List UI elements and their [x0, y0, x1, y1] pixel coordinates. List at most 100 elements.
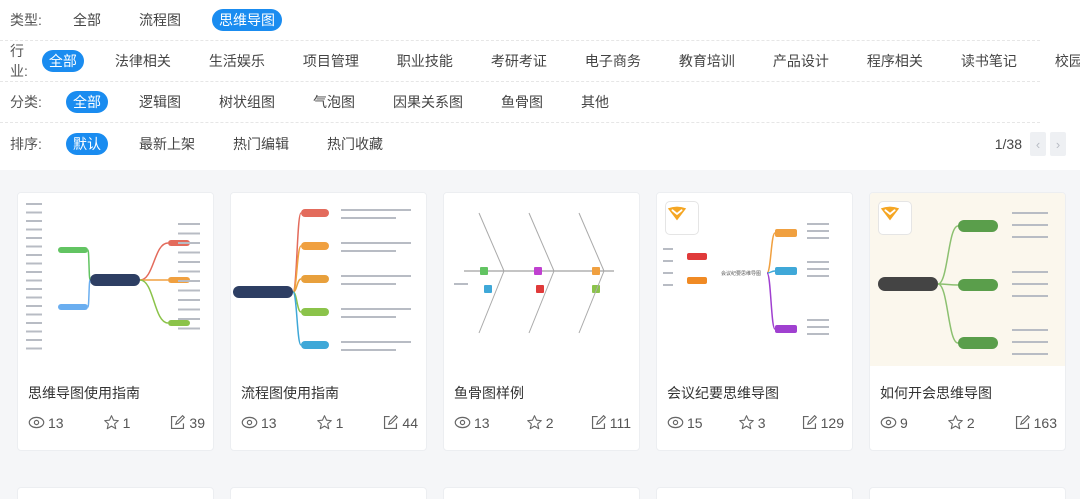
svg-text:会议纪要思维导图: 会议纪要思维导图 — [721, 270, 761, 277]
filter-panel: 类型: 全部 流程图 思维导图 行业: 全部 法律相关 生活娱乐 项目管理 职业技能 考研考证… — [0, 0, 1080, 170]
filter-label-category: 分类: — [10, 94, 42, 110]
filter-label-type: 类型: — [10, 12, 42, 28]
star-icon[interactable] — [947, 414, 964, 431]
edit-count[interactable]: 44 — [382, 414, 418, 431]
edit-icon[interactable] — [169, 414, 186, 431]
star-count[interactable]: 2 — [947, 414, 975, 431]
filter-chip-industry[interactable]: 生活娱乐 — [202, 50, 272, 72]
edit-icon[interactable] — [382, 414, 399, 431]
star-count-value: 1 — [335, 414, 344, 431]
template-thumbnail[interactable] — [444, 193, 639, 366]
filter-chip-category[interactable]: 鱼骨图 — [494, 91, 550, 113]
filter-chip-sort[interactable]: 热门编辑 — [226, 133, 296, 155]
template-thumbnail[interactable] — [231, 193, 426, 366]
filter-chip-industry[interactable]: 教育培训 — [672, 50, 742, 72]
filter-chip-type[interactable]: 全部 — [66, 9, 108, 31]
filter-chip-industry[interactable]: 程序相关 — [860, 50, 930, 72]
star-count-value: 3 — [757, 414, 766, 431]
filter-chip-category[interactable]: 其他 — [574, 91, 616, 113]
template-card[interactable]: 思维导图使用指南 13 1 39 — [17, 192, 214, 451]
edit-count[interactable]: 111 — [590, 414, 631, 431]
edit-count-value: 129 — [820, 414, 844, 431]
star-icon[interactable] — [738, 414, 755, 431]
template-grid-row-2 — [17, 487, 1066, 499]
filter-chip-industry[interactable]: 读书笔记 — [954, 50, 1024, 72]
chevron-left-icon[interactable]: ‹ — [1030, 132, 1046, 156]
filter-chip-sort[interactable]: 最新上架 — [132, 133, 202, 155]
filter-row-type: 类型: 全部 流程图 思维导图 — [0, 0, 1040, 41]
filter-chip-sort[interactable]: 热门收藏 — [320, 133, 390, 155]
eye-icon — [28, 414, 45, 431]
filter-chip-type[interactable]: 流程图 — [132, 9, 188, 31]
card-stats: 13 1 39 — [18, 414, 213, 431]
filter-chip-industry[interactable]: 产品设计 — [766, 50, 836, 72]
star-count[interactable]: 1 — [316, 414, 344, 431]
view-count-value: 13 — [48, 414, 64, 431]
template-card[interactable] — [17, 487, 214, 499]
template-grid: 思维导图使用指南 13 1 39 流程图使用指南 13 1 44 鱼骨图样例 1… — [17, 192, 1066, 451]
filter-chip-category[interactable]: 树状组图 — [212, 91, 282, 113]
view-count: 13 — [454, 414, 490, 431]
view-count: 9 — [880, 414, 908, 431]
filter-chip-industry[interactable]: 职业技能 — [390, 50, 460, 72]
filter-row-sort: 排序: 默认 最新上架 热门编辑 热门收藏 — [0, 123, 1040, 164]
template-card[interactable] — [443, 487, 640, 499]
template-thumbnail[interactable] — [18, 193, 213, 366]
page-indicator: 1/38 — [994, 136, 1022, 152]
filter-label-industry: 行业: — [10, 43, 28, 79]
template-card[interactable] — [230, 487, 427, 499]
view-count: 13 — [241, 414, 277, 431]
card-title[interactable]: 流程图使用指南 — [231, 366, 426, 404]
template-card[interactable]: 会议纪要思维导图 会议纪要思维导图 15 3 129 — [656, 192, 853, 451]
template-thumbnail[interactable]: 会议纪要思维导图 — [657, 193, 852, 366]
star-count[interactable]: 3 — [738, 414, 766, 431]
star-count-value: 2 — [545, 414, 554, 431]
template-card[interactable] — [656, 487, 853, 499]
star-icon[interactable] — [526, 414, 543, 431]
premium-badge-icon — [665, 201, 699, 235]
edit-count[interactable]: 129 — [801, 414, 844, 431]
filter-chip-industry[interactable]: 考研考证 — [484, 50, 554, 72]
filter-chip-type[interactable]: 思维导图 — [212, 9, 282, 31]
star-count[interactable]: 1 — [103, 414, 130, 431]
filter-row-industry: 行业: 全部 法律相关 生活娱乐 项目管理 职业技能 考研考证 电子商务 教育培训 产品设计 程序… — [0, 41, 1080, 82]
template-card[interactable]: 鱼骨图样例 13 2 111 — [443, 192, 640, 451]
view-count-value: 9 — [900, 414, 908, 431]
card-title[interactable]: 鱼骨图样例 — [444, 366, 639, 404]
eye-icon — [241, 414, 258, 431]
template-card[interactable]: 如何开会思维导图 9 2 163 — [869, 192, 1066, 451]
star-icon[interactable] — [103, 414, 120, 431]
template-card[interactable] — [869, 487, 1066, 499]
filter-chip-category[interactable]: 逻辑图 — [132, 91, 188, 113]
view-count-value: 13 — [474, 414, 490, 431]
view-count: 15 — [667, 414, 703, 431]
filter-chip-category[interactable]: 全部 — [66, 91, 108, 113]
edit-icon[interactable] — [1014, 414, 1031, 431]
filter-chip-category[interactable]: 因果关系图 — [386, 91, 470, 113]
chevron-right-icon[interactable]: › — [1050, 132, 1066, 156]
filter-chip-category[interactable]: 气泡图 — [306, 91, 362, 113]
pagination: 1/38 ‹ › — [995, 132, 1066, 156]
edit-icon[interactable] — [590, 414, 607, 431]
edit-icon[interactable] — [801, 414, 818, 431]
edit-count-value: 111 — [609, 414, 631, 431]
filter-chip-industry[interactable]: 校园教育 — [1048, 50, 1080, 72]
view-count: 13 — [28, 414, 64, 431]
filter-chip-industry[interactable]: 全部 — [41, 50, 84, 72]
filter-chip-sort[interactable]: 默认 — [66, 132, 108, 155]
star-icon[interactable] — [316, 414, 333, 431]
card-title[interactable]: 会议纪要思维导图 — [657, 366, 852, 404]
template-card[interactable]: 流程图使用指南 13 1 44 — [230, 192, 427, 451]
card-title[interactable]: 思维导图使用指南 — [18, 366, 213, 404]
eye-icon — [667, 414, 684, 431]
filter-chip-industry[interactable]: 项目管理 — [296, 50, 366, 72]
filter-chip-industry[interactable]: 法律相关 — [108, 50, 178, 72]
edit-count[interactable]: 39 — [169, 414, 205, 431]
card-stats: 9 2 163 — [870, 414, 1065, 431]
star-count[interactable]: 2 — [526, 414, 554, 431]
card-stats: 13 2 111 — [444, 414, 639, 431]
filter-chip-industry[interactable]: 电子商务 — [578, 50, 648, 72]
card-title[interactable]: 如何开会思维导图 — [870, 366, 1065, 404]
edit-count[interactable]: 163 — [1014, 414, 1057, 431]
template-thumbnail[interactable] — [870, 193, 1065, 366]
